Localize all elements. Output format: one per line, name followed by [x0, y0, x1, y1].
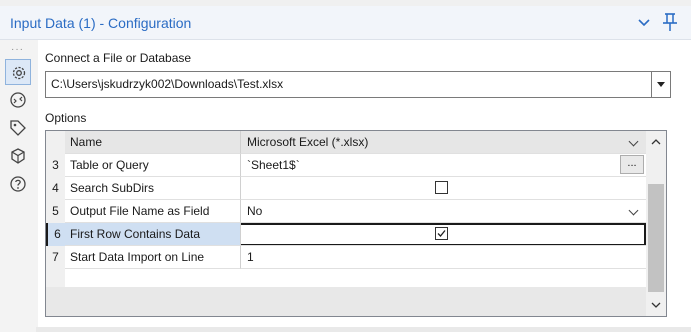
table-row: 3 Table or Query `Sheet1$` ... — [46, 154, 646, 177]
row-number: 4 — [52, 181, 59, 195]
row-name: Start Data Import on Line — [65, 246, 241, 269]
row-name: Table or Query — [65, 154, 241, 177]
file-format-row: Name Microsoft Excel (*.xlsx) — [46, 131, 646, 154]
annotation-tab-button[interactable] — [5, 115, 31, 141]
bottom-divider — [36, 327, 691, 332]
output-file-name-select[interactable]: No — [241, 200, 646, 223]
search-subdirs-checkbox[interactable] — [435, 181, 448, 194]
help-icon — [10, 176, 26, 192]
scroll-up-icon[interactable] — [651, 137, 661, 147]
connections-tab-button[interactable] — [5, 87, 31, 113]
row-number: 7 — [52, 250, 59, 264]
scroll-down-icon[interactable] — [651, 300, 661, 310]
help-tab-button[interactable] — [5, 171, 31, 197]
options-grid: Name Microsoft Excel (*.xlsx) 3 Table or… — [45, 130, 667, 317]
file-format-select[interactable]: Microsoft Excel (*.xlsx) — [241, 131, 646, 154]
file-path-input[interactable]: C:\Users\jskudrzyk002\Downloads\Test.xls… — [45, 71, 671, 98]
tag-icon — [10, 120, 26, 136]
checkmark-icon — [437, 230, 446, 237]
pin-icon[interactable] — [661, 12, 679, 32]
grid-scrollbar[interactable] — [646, 131, 666, 316]
gear-icon — [12, 66, 26, 80]
scroll-thumb[interactable] — [648, 184, 664, 292]
grid-empty-area — [46, 287, 646, 316]
row-number: 5 — [52, 204, 59, 218]
cube-icon — [11, 148, 25, 164]
first-row-data-checkbox[interactable] — [435, 227, 448, 240]
config-header: Input Data (1) - Configuration — [0, 6, 691, 40]
start-line-input[interactable]: 1 — [241, 246, 646, 269]
table-row: 4 Search SubDirs — [46, 177, 646, 200]
table-query-value[interactable]: `Sheet1$` ... — [241, 154, 646, 177]
file-path-dropdown-button[interactable] — [651, 71, 671, 98]
chevron-down-icon[interactable] — [636, 15, 652, 31]
overflow-dots-icon: ··· — [11, 44, 24, 55]
row-name: First Row Contains Data — [65, 223, 241, 246]
connection-icon — [10, 92, 26, 108]
table-row: 7 Start Data Import on Line 1 — [46, 246, 646, 269]
page-title: Input Data (1) - Configuration — [10, 15, 192, 31]
connect-label: Connect a File or Database — [45, 51, 192, 65]
row-name: Output File Name as Field — [65, 200, 241, 223]
options-label: Options — [45, 111, 87, 125]
row-number: 3 — [52, 158, 59, 172]
row-name: Search SubDirs — [65, 177, 241, 200]
table-row: 5 Output File Name as Field No — [46, 200, 646, 223]
browse-ellipsis-button[interactable]: ... — [620, 155, 644, 174]
side-toolbar: ··· — [0, 40, 38, 332]
table-row-selected: 6 First Row Contains Data — [46, 223, 646, 246]
metadata-tab-button[interactable] — [5, 143, 31, 169]
row-name: Name — [65, 131, 241, 154]
configuration-tab-button[interactable] — [5, 59, 31, 85]
